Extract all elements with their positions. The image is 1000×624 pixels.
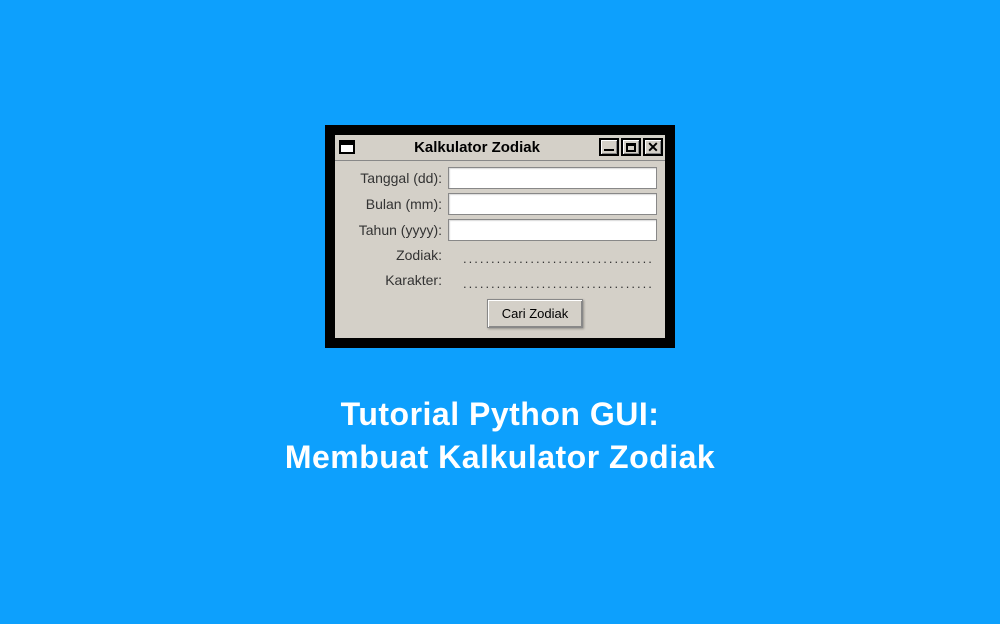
minimize-button[interactable] (599, 138, 619, 156)
label-karakter: Karakter: (343, 272, 448, 288)
input-bulan[interactable] (448, 193, 657, 215)
input-tanggal[interactable] (448, 167, 657, 189)
button-row: Cari Zodiak (343, 299, 657, 328)
maximize-button[interactable] (621, 138, 641, 156)
window-icon (339, 140, 355, 154)
close-button[interactable]: ✕ (643, 138, 663, 156)
window-title: Kalkulator Zodiak (355, 139, 599, 156)
label-tanggal: Tanggal (dd): (343, 170, 448, 186)
app-window: Kalkulator Zodiak ✕ Tanggal (dd): Bulan … (325, 125, 675, 348)
form-area: Tanggal (dd): Bulan (mm): Tahun (yyyy): … (335, 161, 665, 338)
row-karakter: Karakter: ..............................… (343, 270, 657, 291)
input-tahun[interactable] (448, 219, 657, 241)
row-zodiak: Zodiak: ................................… (343, 245, 657, 266)
titlebar: Kalkulator Zodiak ✕ (335, 135, 665, 161)
value-zodiak: .................................. (448, 245, 657, 266)
page-caption: Tutorial Python GUI: Membuat Kalkulator … (285, 393, 715, 479)
caption-line-2: Membuat Kalkulator Zodiak (285, 436, 715, 479)
caption-line-1: Tutorial Python GUI: (285, 393, 715, 436)
cari-zodiak-button[interactable]: Cari Zodiak (487, 299, 583, 328)
row-tanggal: Tanggal (dd): (343, 167, 657, 189)
row-bulan: Bulan (mm): (343, 193, 657, 215)
label-tahun: Tahun (yyyy): (343, 222, 448, 238)
window-controls: ✕ (599, 138, 663, 156)
row-tahun: Tahun (yyyy): (343, 219, 657, 241)
label-bulan: Bulan (mm): (343, 196, 448, 212)
value-karakter: .................................. (448, 270, 657, 291)
label-zodiak: Zodiak: (343, 247, 448, 263)
